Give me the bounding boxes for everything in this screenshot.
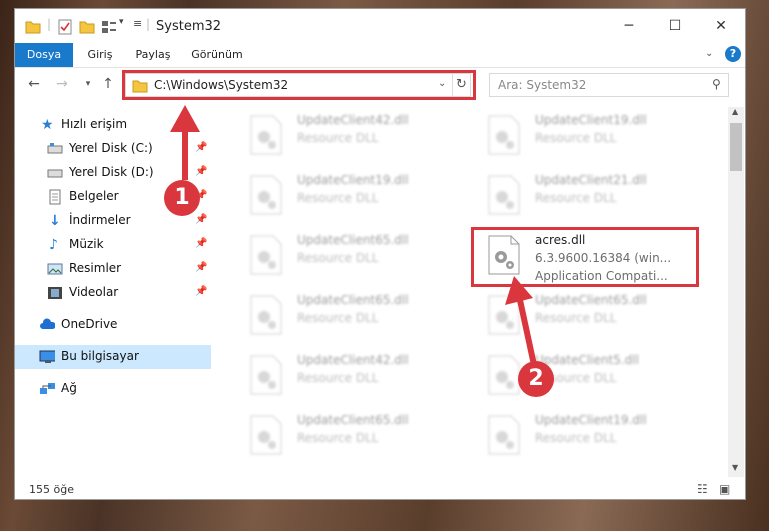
- step-marker-1: 1: [164, 180, 200, 216]
- annotation-arrows: [170, 105, 537, 366]
- arrow-up-marker-1: [170, 105, 200, 180]
- arrow-up-marker-2: [505, 276, 537, 366]
- step-marker-2: 2: [518, 361, 554, 397]
